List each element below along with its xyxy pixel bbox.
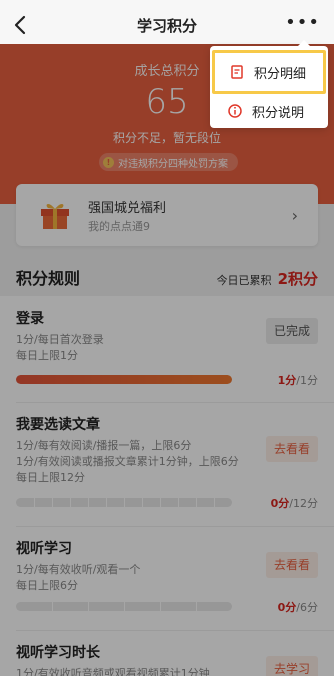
- top-nav-bar: 学习积分 •••: [0, 0, 334, 50]
- more-options-popover: 积分明细 积分说明: [210, 40, 328, 130]
- document-icon: [231, 65, 243, 79]
- menu-item-points-detail[interactable]: 积分明细: [212, 50, 326, 94]
- info-circle-icon: [228, 104, 242, 118]
- more-dots-icon[interactable]: •••: [285, 14, 320, 32]
- menu-item-points-explanation[interactable]: 积分说明: [210, 92, 328, 130]
- modal-dim-overlay[interactable]: [0, 44, 334, 676]
- menu-item-label: 积分说明: [252, 105, 305, 121]
- menu-item-label: 积分明细: [254, 66, 307, 82]
- page-title: 学习积分: [136, 16, 197, 35]
- back-arrow-icon[interactable]: [10, 11, 32, 39]
